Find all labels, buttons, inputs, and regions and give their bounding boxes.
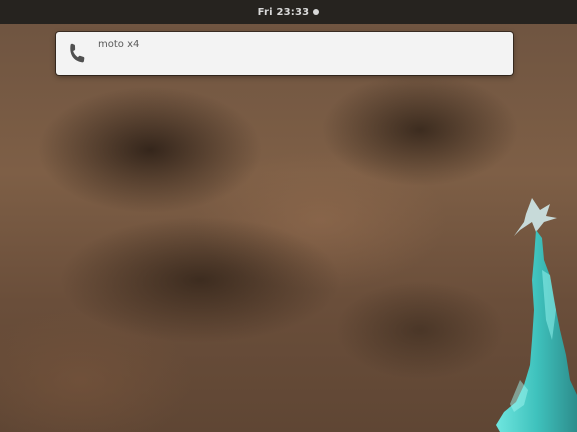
clock[interactable]: Fri 23:33	[258, 7, 310, 18]
notification-banner[interactable]: moto x4	[56, 32, 513, 75]
top-bar: Fri 23:33	[0, 0, 577, 24]
statue-image	[496, 198, 577, 432]
notification-text: moto x4	[98, 39, 140, 50]
dot-icon	[313, 9, 320, 15]
desktop-screen: Fri 23:33 moto x4	[0, 0, 577, 432]
phone-icon	[70, 43, 85, 63]
